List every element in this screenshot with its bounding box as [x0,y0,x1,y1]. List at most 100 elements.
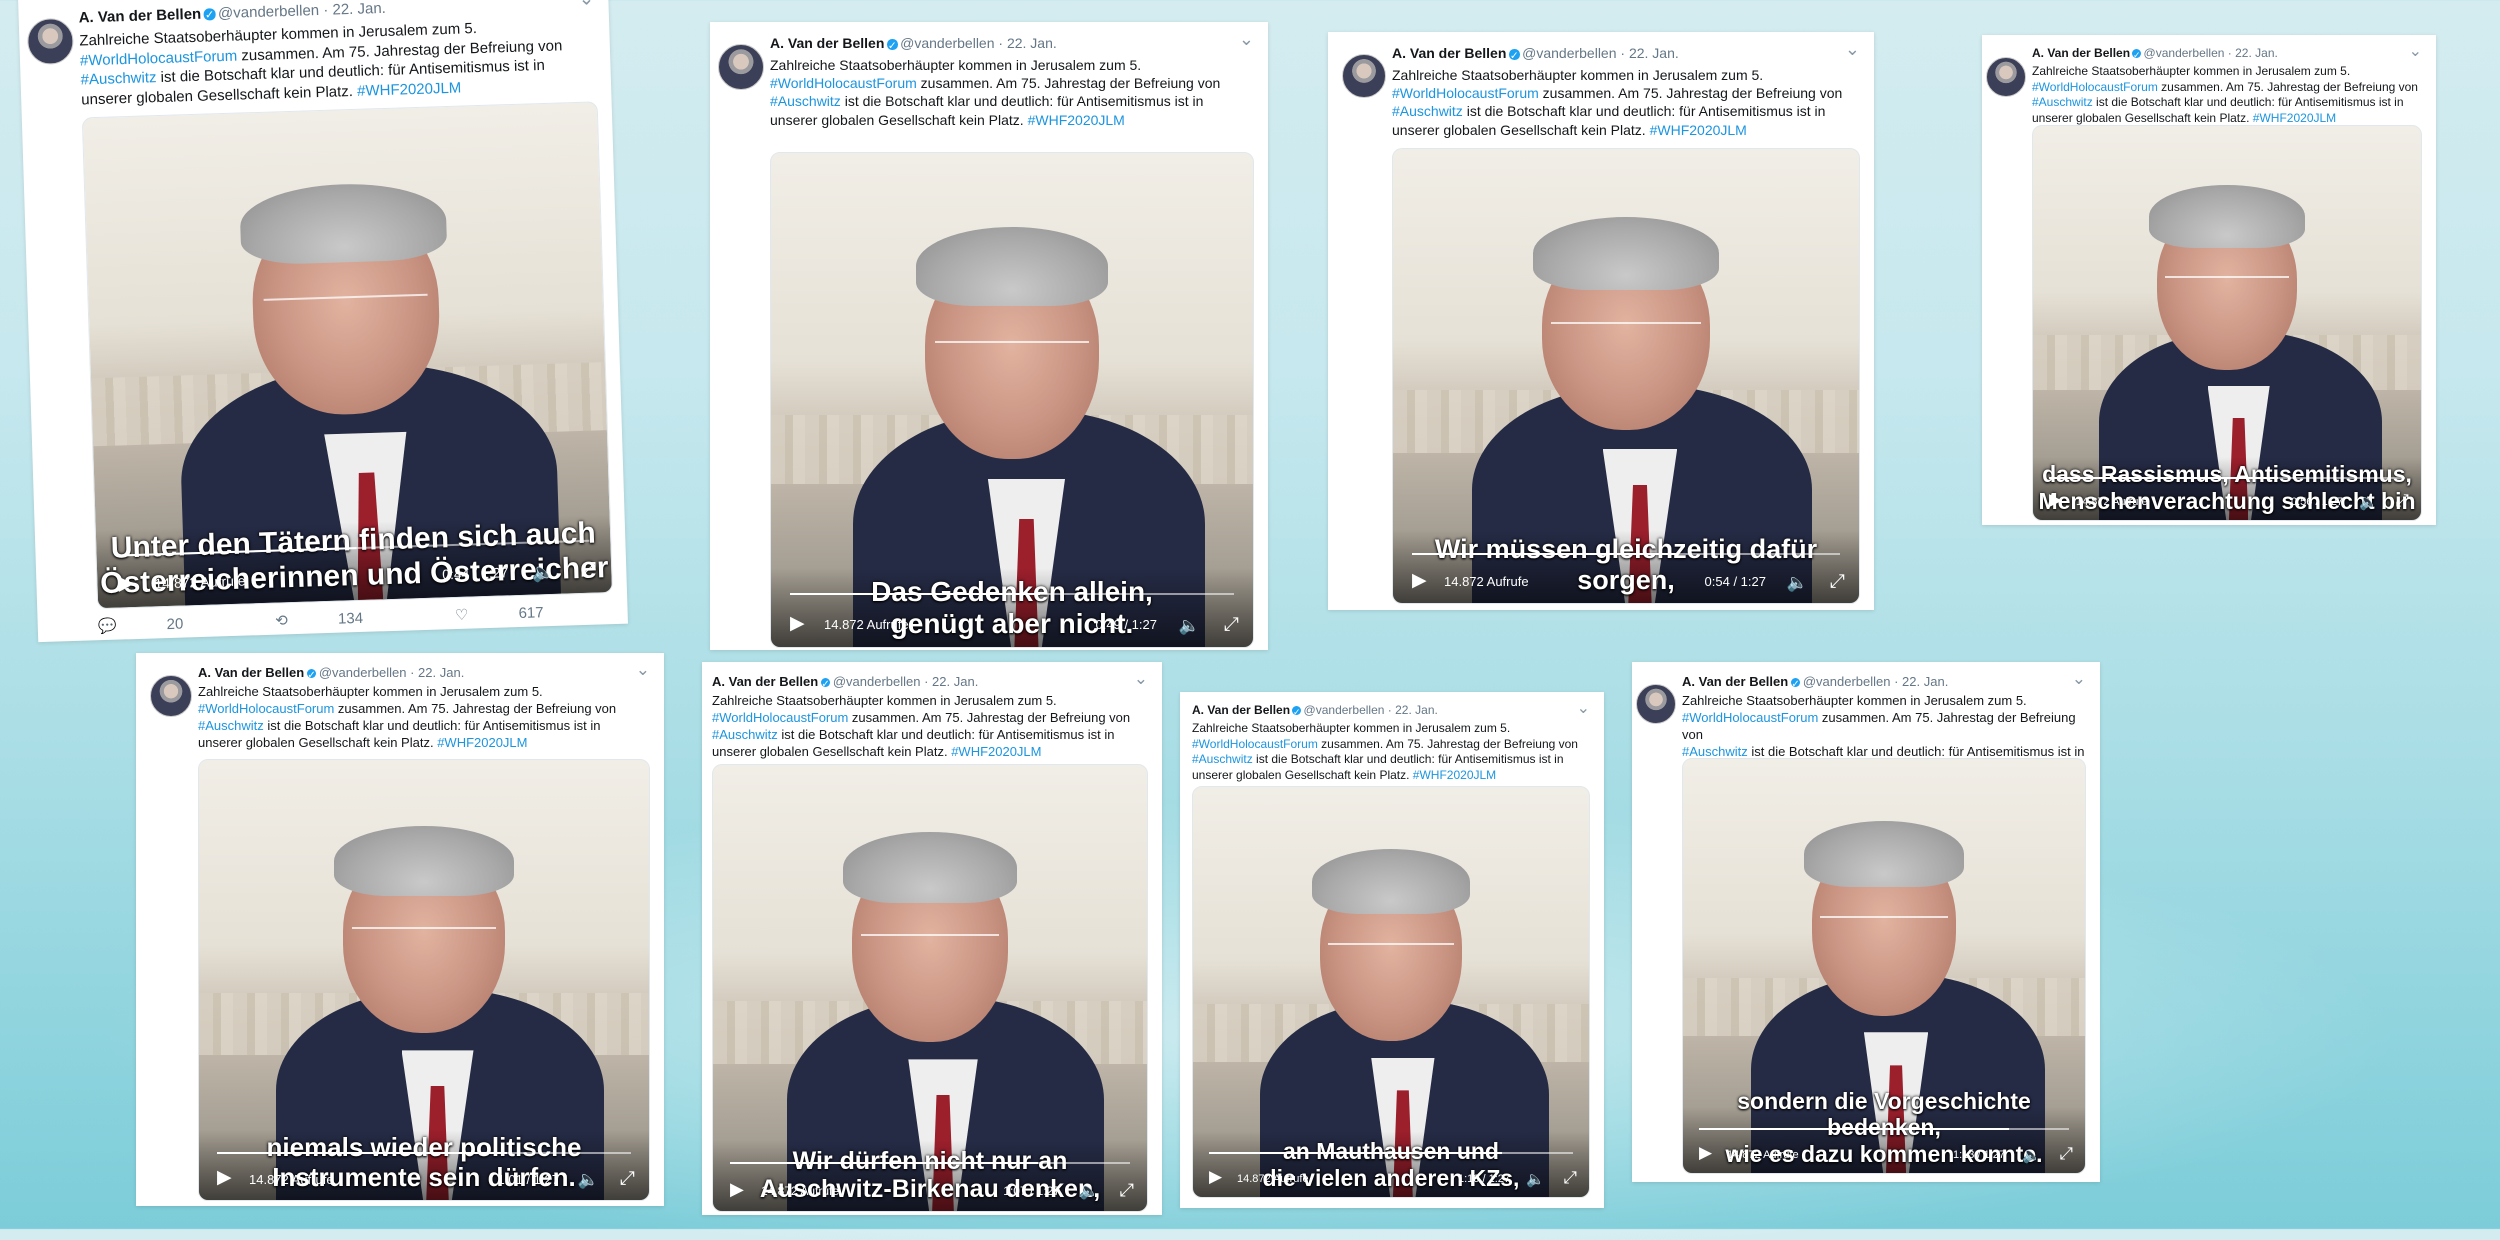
author-handle[interactable]: @vanderbellen [1522,45,1616,61]
author-name[interactable]: A. Van der Bellen [1192,703,1290,717]
reply-button[interactable]: 💬 20 [98,613,230,636]
hashtag-link[interactable]: #Auschwitz [1682,744,1748,759]
hashtag-link[interactable]: #WHF2020JLM [2253,111,2336,125]
author-handle[interactable]: @vanderbellen [319,665,407,680]
hashtag-link[interactable]: #WHF2020JLM [1413,768,1496,782]
video-player[interactable]: sondern die Vorgeschichte bedenken, wie e… [1682,758,2086,1174]
tweet-date[interactable]: · 22. Jan. [998,35,1056,51]
video-player[interactable]: Wir dürfen nicht nur an Auschwitz-Birkena… [712,764,1148,1212]
like-button[interactable]: ♡ 617 [455,602,590,624]
hashtag-link[interactable]: #Auschwitz [1392,103,1463,119]
tweet-card[interactable]: A. Van der Bellen ✓ @vanderbellen · 22. Ja… [1328,32,1874,610]
volume-icon[interactable]: 🔈 [532,562,555,584]
fullscreen-icon[interactable]: ⤢ [2059,1144,2073,1164]
play-icon[interactable]: ▶ [1699,1143,1712,1163]
tweet-date[interactable]: · 22. Jan. [1388,703,1438,717]
hashtag-link[interactable]: #Auschwitz [712,727,778,742]
volume-icon[interactable]: 🔈 [1179,616,1200,636]
avatar[interactable] [1986,57,2026,97]
play-icon[interactable]: ▶ [1412,569,1427,592]
chevron-down-icon[interactable]: ⌄ [2409,41,2422,61]
fullscreen-icon[interactable]: ⤢ [1830,571,1845,593]
hashtag-link[interactable]: #WorldHolocaustForum [1682,710,1818,725]
chevron-down-icon[interactable]: ⌄ [1577,698,1590,718]
hashtag-link[interactable]: #WHF2020JLM [437,735,527,750]
tweet-card[interactable]: A. Van der Bellen ✓ @vanderbellen · 22. Ja… [710,22,1268,650]
video-progress-bar[interactable] [730,1162,1130,1164]
play-icon[interactable]: ▶ [730,1179,744,1200]
hashtag-link[interactable]: #WHF2020JLM [951,744,1041,759]
play-icon[interactable]: ▶ [118,570,134,595]
hashtag-link[interactable]: #WorldHolocaustForum [1392,85,1539,101]
video-player[interactable]: an Mauthausen und die vielen anderen KZs,… [1192,786,1590,1198]
avatar[interactable] [1342,54,1386,98]
play-icon[interactable]: ▶ [2049,490,2062,510]
chevron-down-icon[interactable]: ⌄ [1134,669,1148,689]
tweet-card[interactable]: A. Van der Bellen ✓ @vanderbellen · 22. Ja… [1632,662,2100,1182]
author-handle[interactable]: @vanderbellen [1304,703,1385,717]
tweet-date[interactable]: · 22. Jan. [410,665,464,680]
hashtag-link[interactable]: #WHF2020JLM [1650,122,1747,138]
avatar[interactable] [1636,684,1676,724]
tweet-date[interactable]: · 22. Jan. [924,674,978,689]
volume-icon[interactable]: 🔈 [1526,1170,1545,1188]
tweet-date[interactable]: · 22. Jan. [323,0,386,19]
video-player[interactable]: Unter den Tätern finden sich auch Österre… [81,101,614,610]
play-icon[interactable]: ▶ [1209,1167,1222,1187]
hashtag-link[interactable]: #Auschwitz [2032,95,2093,109]
video-player[interactable]: Wir müssen gleichzeitig dafür sorgen, ▶ … [1392,148,1860,604]
video-progress-bar[interactable] [217,1152,631,1154]
hashtag-link[interactable]: #WorldHolocaustForum [198,701,334,716]
hashtag-link[interactable]: #Auschwitz [770,93,841,109]
volume-icon[interactable]: 🔈 [2359,493,2378,511]
volume-icon[interactable]: 🔈 [578,1170,599,1190]
avatar[interactable] [150,675,192,717]
tweet-card[interactable]: A. Van der Bellen ✓ @vanderbellen · 22. Ja… [702,662,1162,1215]
hashtag-link[interactable]: #WorldHolocaustForum [1192,737,1318,751]
tweet-date[interactable]: · 22. Jan. [1620,45,1678,61]
hashtag-link[interactable]: #WHF2020JLM [357,79,462,99]
author-name[interactable]: A. Van der Bellen [712,674,818,689]
chevron-down-icon[interactable]: ⌄ [636,660,650,680]
fullscreen-icon[interactable]: ⤢ [620,1168,635,1190]
tweet-date[interactable]: · 22. Jan. [1894,674,1948,689]
play-icon[interactable]: ▶ [217,1166,232,1189]
avatar[interactable] [26,17,75,66]
play-icon[interactable]: ▶ [790,612,805,635]
tweet-card[interactable]: A. Van der Bellen ✓ @vanderbellen · 22. Ja… [136,653,664,1206]
hashtag-link[interactable]: #WorldHolocaustForum [2032,80,2158,94]
author-name[interactable]: A. Van der Bellen [2032,46,2130,60]
hashtag-link[interactable]: #WorldHolocaustForum [712,710,848,725]
author-name[interactable]: A. Van der Bellen [198,665,304,680]
hashtag-link[interactable]: #Auschwitz [198,718,264,733]
volume-icon[interactable]: 🔈 [2022,1146,2041,1164]
video-progress-bar[interactable] [1699,1128,2069,1130]
author-name[interactable]: A. Van der Bellen [1682,674,1788,689]
author-handle[interactable]: @vanderbellen [218,2,320,22]
chevron-down-icon[interactable]: ⌄ [1845,39,1860,60]
tweet-card[interactable]: A. Van der Bellen ✓ @vanderbellen · 22. Ja… [18,0,628,643]
video-progress-bar[interactable] [2048,477,2406,479]
video-player[interactable]: niemals wieder politische Instrumente sei… [198,759,650,1201]
author-handle[interactable]: @vanderbellen [900,35,994,51]
retweet-button[interactable]: ⟲ 134 [275,607,409,630]
fullscreen-icon[interactable]: ⤢ [1120,1180,1134,1201]
video-progress-bar[interactable] [790,593,1234,595]
hashtag-link[interactable]: #WHF2020JLM [1028,112,1125,128]
avatar[interactable] [718,44,764,90]
tweet-card[interactable]: A. Van der Bellen ✓ @vanderbellen · 22. Ja… [1180,692,1604,1208]
hashtag-link[interactable]: #Auschwitz [1192,752,1253,766]
author-name[interactable]: A. Van der Bellen [770,35,884,51]
video-progress-bar[interactable] [1411,553,1841,555]
author-name[interactable]: A. Van der Bellen [78,6,201,27]
author-handle[interactable]: @vanderbellen [833,674,921,689]
chevron-down-icon[interactable]: ⌄ [578,0,595,11]
volume-icon[interactable]: 🔈 [1787,573,1808,593]
hashtag-link[interactable]: #Auschwitz [80,69,156,88]
author-handle[interactable]: @vanderbellen [1803,674,1891,689]
fullscreen-icon[interactable]: ⤢ [1224,614,1239,636]
author-handle[interactable]: @vanderbellen [2144,46,2225,60]
hashtag-link[interactable]: #WorldHolocaustForum [770,75,917,91]
author-name[interactable]: A. Van der Bellen [1392,45,1506,61]
video-progress-bar[interactable] [1208,1152,1574,1154]
